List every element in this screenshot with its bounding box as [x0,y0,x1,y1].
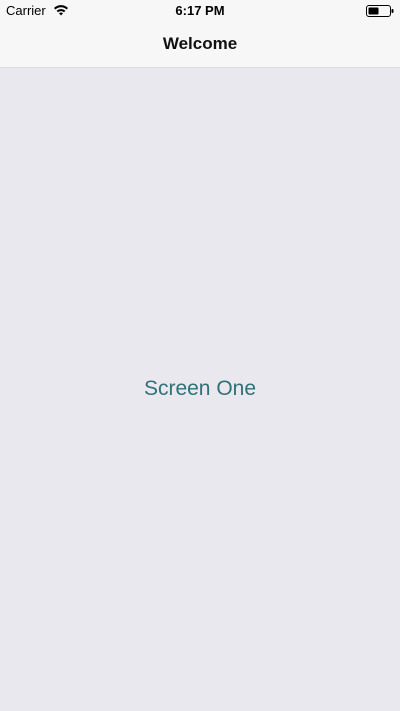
clock-time: 6:17 PM [175,3,225,18]
status-bar: Carrier 6:17 PM [0,0,400,22]
navigation-bar: Carrier 6:17 PM Welcome [0,0,400,68]
screen-label: Screen One [143,377,257,400]
page-title: Welcome [162,34,238,53]
app-screen: Carrier 6:17 PM Welcome Screen One [0,0,400,711]
battery-icon [366,5,394,17]
